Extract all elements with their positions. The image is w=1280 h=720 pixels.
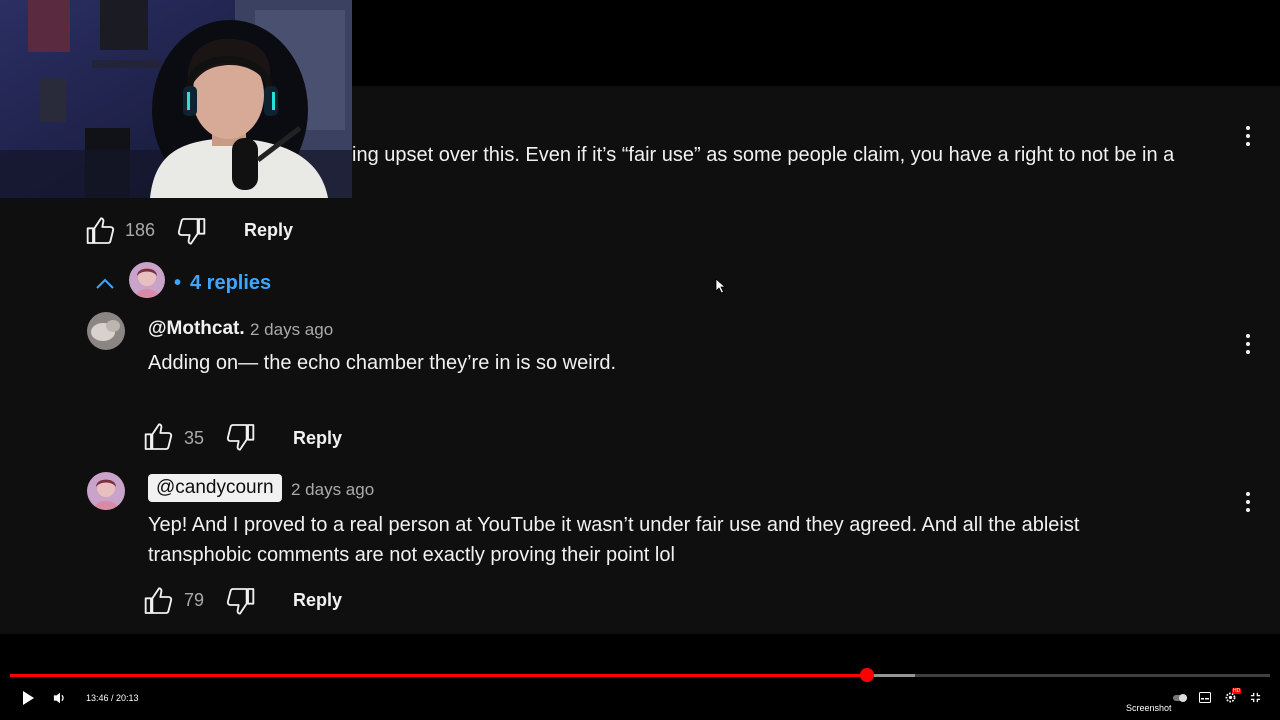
time-display: 13:46 / 20:13 [86, 693, 139, 703]
replier-avatar-image [129, 262, 165, 298]
streamer-webcam-image [0, 0, 352, 198]
like-count: 79 [184, 590, 205, 610]
comment-timestamp[interactable]: 2 days ago [250, 320, 333, 340]
chevron-up-icon [96, 278, 114, 289]
replies-separator: • [174, 272, 182, 294]
candycourn-avatar-image [87, 472, 125, 510]
like-icon[interactable] [143, 585, 175, 617]
webcam-overlay [0, 0, 352, 198]
progress-bar[interactable] [10, 674, 1270, 677]
comment-more-actions-button[interactable] [1245, 126, 1251, 150]
like-count: 35 [184, 428, 205, 448]
dislike-icon[interactable] [224, 585, 256, 617]
reply-more-actions-button[interactable] [1245, 492, 1251, 516]
comment-author-highlighted[interactable]: @candycourn [148, 474, 282, 502]
exit-fullscreen-icon[interactable] [1250, 692, 1261, 703]
comment-text-line: Yep! And I proved to a real person at Yo… [148, 514, 1080, 536]
mothcat-avatar-image [87, 312, 125, 350]
comment-text-line: transphobic comments are not exactly pro… [148, 544, 675, 566]
dislike-icon[interactable] [224, 421, 256, 453]
reply-button[interactable]: Reply [293, 590, 342, 611]
replies-count-label: 4 replies [190, 272, 272, 294]
subtitles-icon[interactable] [1199, 692, 1211, 703]
hd-badge: HD [1232, 688, 1242, 694]
reply-button[interactable]: Reply [244, 220, 293, 241]
mouse-cursor-icon [715, 278, 727, 294]
reply-more-actions-button[interactable] [1245, 334, 1251, 358]
like-icon[interactable] [143, 421, 175, 453]
autoplay-toggle-icon[interactable] [1173, 693, 1187, 703]
like-count: 186 [125, 220, 156, 240]
avatar[interactable] [87, 312, 125, 350]
play-icon[interactable] [20, 690, 36, 706]
played-progress [10, 674, 867, 677]
avatar [129, 262, 165, 298]
volume-icon[interactable] [53, 691, 67, 705]
comment-text: Adding on— the echo chamber they’re in i… [148, 352, 617, 374]
comment-text: ing upset over this. Even if it’s “fair … [352, 144, 1175, 166]
avatar[interactable] [87, 472, 125, 510]
screenshot-label[interactable]: Screenshot [1126, 703, 1172, 713]
reply-button[interactable]: Reply [293, 428, 342, 449]
dislike-icon[interactable] [175, 215, 207, 247]
like-icon[interactable] [85, 215, 117, 247]
scrubber-handle[interactable] [859, 668, 874, 682]
comment-timestamp[interactable]: 2 days ago [291, 480, 374, 500]
comment-author[interactable]: @Mothcat. [148, 318, 245, 340]
